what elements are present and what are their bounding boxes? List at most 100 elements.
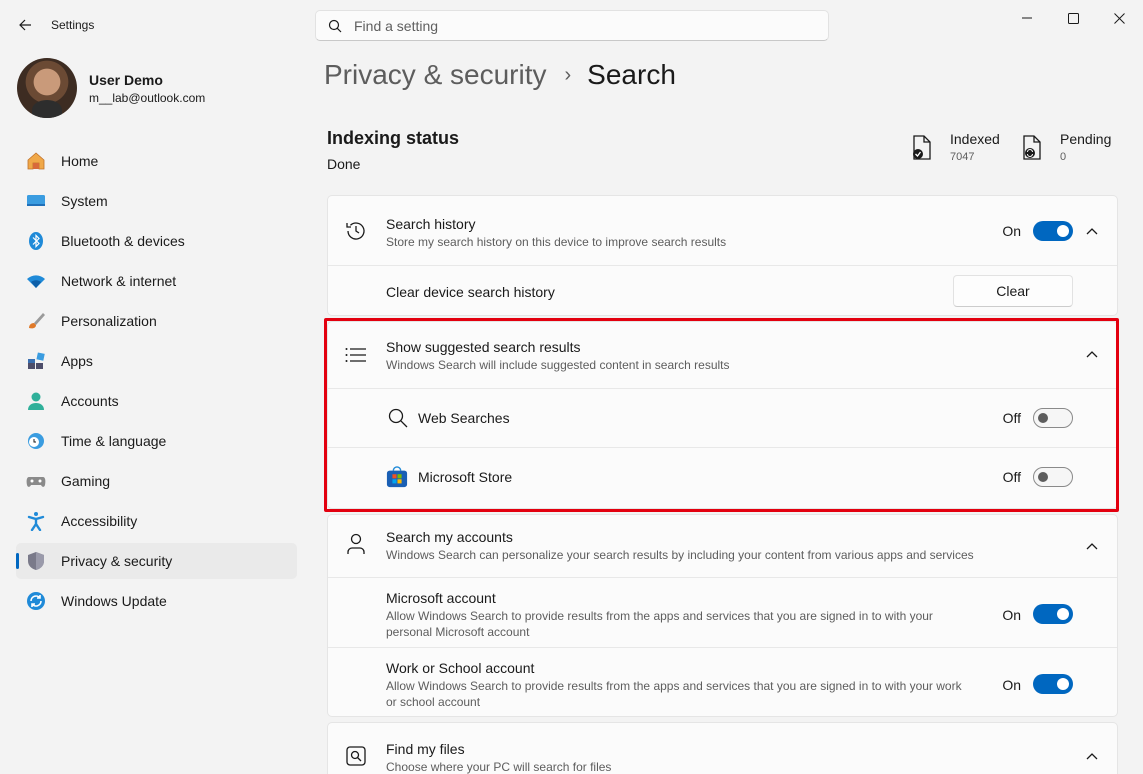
gamepad-icon [26,471,46,491]
sidebar-nav: Home System Bluetooth & devices Network … [16,143,297,623]
work-school-account-desc-2: or school account [386,695,481,709]
maximize-icon [1067,12,1079,24]
indexed-stat: Indexed 7047 [910,131,1000,163]
profile-email: m__lab@outlook.com [89,90,206,105]
search-accounts-row[interactable]: Search my accounts Windows Search can pe… [328,515,1117,578]
work-school-account-toggle-label: On [1002,677,1021,693]
page-title: Search [587,59,676,90]
chevron-up-icon[interactable] [1085,539,1099,553]
back-arrow-icon [19,19,31,31]
clear-button[interactable]: Clear [953,275,1073,307]
sidebar-item-accounts[interactable]: Accounts [16,383,297,419]
web-searches-toggle[interactable] [1033,408,1073,428]
close-icon [1113,12,1125,24]
sidebar-item-accessibility[interactable]: Accessibility [16,503,297,539]
web-searches-row: Web Searches Off [328,389,1117,448]
search-icon [387,407,409,429]
work-school-account-row: Work or School account Allow Windows Sea… [328,648,1117,716]
accounts-icon [26,391,46,411]
person-icon [345,533,367,555]
search-history-toggle-label: On [1002,223,1021,239]
search-box[interactable] [315,10,829,41]
chevron-up-icon[interactable] [1085,347,1099,361]
search-history-row[interactable]: Search history Store my search history o… [328,196,1117,266]
sidebar-item-home[interactable]: Home [16,143,297,179]
accessibility-icon [26,511,46,531]
maximize-button[interactable] [1050,6,1096,30]
find-files-desc: Choose where your PC will search for fil… [386,760,612,774]
clear-history-title: Clear device search history [386,284,555,300]
sidebar-item-bluetooth[interactable]: Bluetooth & devices [16,223,297,259]
breadcrumb-separator: › [564,63,572,86]
search-history-card: Search history Store my search history o… [327,195,1118,316]
work-school-account-title: Work or School account [386,660,535,676]
sidebar-item-personalization[interactable]: Personalization [16,303,297,339]
search-icon [328,19,342,32]
breadcrumb-parent[interactable]: Privacy & security [324,59,547,91]
find-files-icon [345,745,367,767]
list-icon [345,344,367,366]
avatar [17,58,77,118]
pending-stat: Pending 0 [1020,131,1111,163]
user-profile[interactable]: User Demo m__lab@outlook.com [17,58,205,118]
search-accounts-desc: Windows Search can personalize your sear… [386,548,974,562]
microsoft-store-icon [386,466,408,488]
history-icon [345,220,367,242]
microsoft-account-desc-2: personal Microsoft account [386,625,530,639]
search-accounts-card: Search my accounts Windows Search can pe… [327,514,1118,717]
find-files-title: Find my files [386,741,465,757]
sidebar-item-network[interactable]: Network & internet [16,263,297,299]
profile-name: User Demo [89,71,163,88]
bluetooth-icon [26,231,46,251]
sidebar-item-windows-update[interactable]: Windows Update [16,583,297,619]
apps-icon [26,351,46,371]
clock-globe-icon [26,431,46,451]
indexing-status-title: Indexing status [327,128,460,148]
chevron-up-icon[interactable] [1085,224,1099,238]
system-icon [26,191,46,211]
indexed-file-icon [910,133,934,163]
search-history-toggle[interactable] [1033,221,1073,241]
sidebar-item-privacy-security[interactable]: Privacy & security [16,543,297,579]
search-history-desc: Store my search history on this device t… [386,235,727,249]
shield-icon [26,551,46,571]
pending-label: Pending [1060,131,1112,147]
search-history-title: Search history [386,216,476,232]
minimize-button[interactable] [1004,6,1050,30]
indexed-label: Indexed [950,131,1000,147]
brush-icon [26,311,46,331]
search-input[interactable] [354,17,794,34]
web-searches-label: Web Searches [418,410,510,426]
microsoft-store-toggle-label: Off [1002,469,1021,485]
sidebar-item-apps[interactable]: Apps [16,343,297,379]
find-files-card[interactable]: Find my files Choose where your PC will … [327,722,1118,774]
suggested-results-title: Show suggested search results [386,339,581,355]
breadcrumb: Privacy & security › Search [324,59,676,91]
title-bar: Settings [0,0,1143,50]
indexing-status-value: Done [327,156,361,172]
microsoft-account-toggle[interactable] [1033,604,1073,624]
update-icon [26,591,46,611]
suggested-results-row[interactable]: Show suggested search results Windows Se… [328,322,1117,389]
chevron-up-icon[interactable] [1085,749,1099,763]
microsoft-store-toggle[interactable] [1033,467,1073,487]
microsoft-account-desc-1: Allow Windows Search to provide results … [386,609,933,623]
close-button[interactable] [1096,6,1142,30]
microsoft-account-row: Microsoft account Allow Windows Search t… [328,578,1117,648]
clear-history-row: Clear device search history Clear [328,266,1117,316]
minimize-icon [1022,17,1032,19]
home-icon [26,151,46,171]
sidebar-item-time-language[interactable]: Time & language [16,423,297,459]
wifi-icon [26,271,46,291]
work-school-account-desc-1: Allow Windows Search to provide results … [386,679,962,693]
sidebar-item-system[interactable]: System [16,183,297,219]
microsoft-store-label: Microsoft Store [418,469,513,485]
sidebar-item-gaming[interactable]: Gaming [16,463,297,499]
work-school-account-toggle[interactable] [1033,674,1073,694]
suggested-results-desc: Windows Search will include suggested co… [386,358,730,372]
app-title: Settings [51,18,95,32]
back-button[interactable] [12,12,38,38]
microsoft-store-row: Microsoft Store Off [328,448,1117,508]
suggested-results-card: Show suggested search results Windows Se… [327,321,1118,509]
indexed-count: 7047 [950,151,975,163]
